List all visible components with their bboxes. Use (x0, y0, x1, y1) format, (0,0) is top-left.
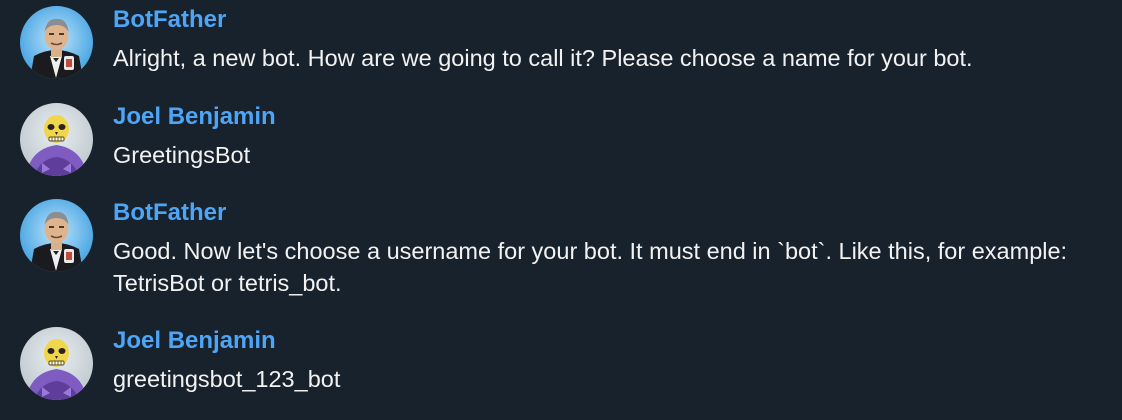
message-text: Good. Now let's choose a username for yo… (113, 238, 1068, 296)
skeletor-icon (20, 103, 93, 176)
sender-name[interactable]: BotFather (113, 6, 226, 34)
message-text: greetingsbot_123_bot (113, 366, 341, 392)
chat-history: BotFather Alright, a new bot. How are we… (0, 0, 1122, 420)
skeletor-avatar[interactable] (20, 327, 93, 400)
botfather-icon (20, 6, 93, 79)
botfather-avatar[interactable] (20, 199, 93, 272)
sender-name[interactable]: BotFather (113, 199, 226, 227)
sender-name[interactable]: Joel Benjamin (113, 103, 276, 131)
sender-name[interactable]: Joel Benjamin (113, 327, 276, 355)
botfather-avatar[interactable] (20, 6, 93, 79)
skeletor-avatar[interactable] (20, 103, 93, 176)
botfather-icon (20, 199, 93, 272)
message-text: GreetingsBot (113, 142, 251, 168)
skeletor-icon (20, 327, 93, 400)
message-text: Alright, a new bot. How are we going to … (113, 45, 973, 71)
